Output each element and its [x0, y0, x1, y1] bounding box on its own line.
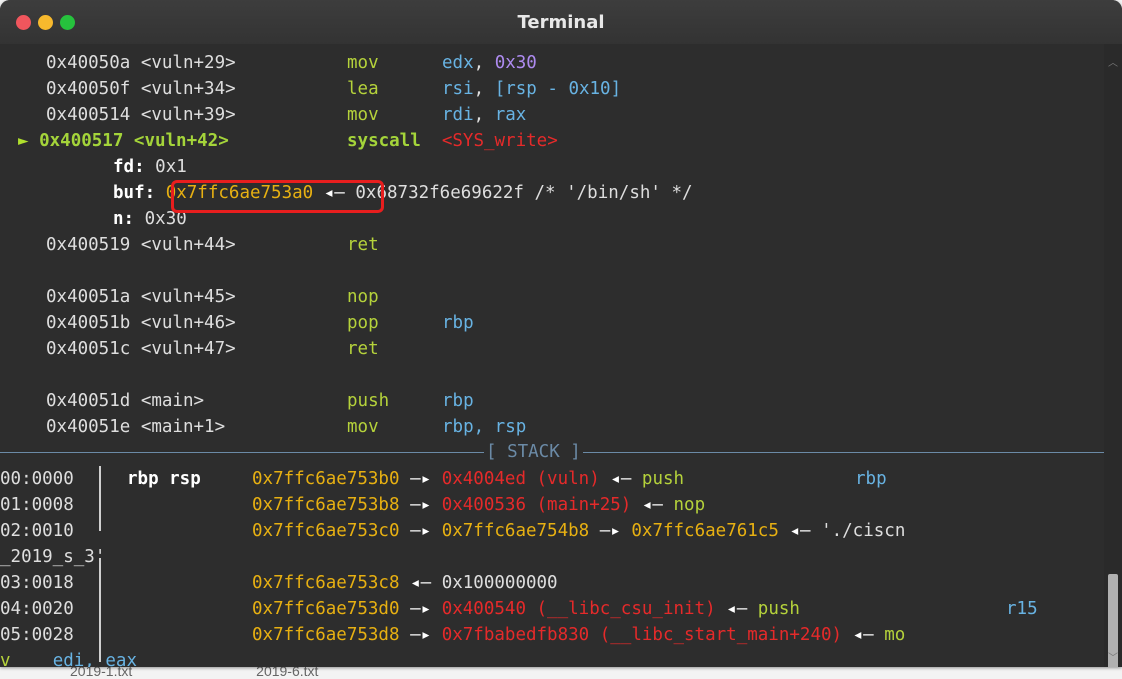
- disasm-line: 0x400514 <vuln+39>: [46, 102, 236, 128]
- stack-header: [ STACK ]: [484, 440, 583, 464]
- disasm-instruction: ret: [347, 339, 379, 359]
- disasm-line: 0x40050f <vuln+34>: [46, 76, 236, 102]
- disasm-instruction: push: [347, 391, 390, 411]
- stack-row: 01:0008: [0, 492, 74, 518]
- disasm-operands: edx, 0x30: [442, 53, 537, 73]
- stack-registers: rbp rsp: [127, 469, 201, 489]
- stack-row: 05:0028: [0, 622, 74, 648]
- disasm-operands: rsi, [rsp - 0x10]: [442, 79, 622, 99]
- disasm-instruction: mov: [347, 50, 379, 76]
- stack-entry: 0x7ffc6ae753d0 —▸ 0x400540 (__libc_csu_i…: [252, 599, 800, 619]
- disasm-mnemonic: mov: [347, 105, 379, 125]
- disasm-operands: rbp: [442, 313, 474, 333]
- vertical-scrollbar[interactable]: ︿ ﹀: [1104, 44, 1122, 667]
- disasm-address: 0x40050a <vuln+29>: [46, 53, 236, 73]
- disasm-line: 0x40051d <main>: [46, 391, 205, 411]
- disasm-operands: rbp, rsp: [442, 417, 527, 437]
- scroll-down-icon[interactable]: ﹀: [1108, 649, 1118, 664]
- window-title: Terminal: [517, 12, 605, 33]
- stack-index: 05:0028: [0, 625, 74, 645]
- disasm-line: 0x40051e <main+1>: [46, 417, 226, 437]
- terminal-window: Terminal 0x40050a <vuln+29> mov edx, 0x3…: [0, 0, 1122, 667]
- disasm-instruction: pop: [347, 313, 379, 333]
- disasm-instruction: mov: [347, 417, 379, 437]
- buf-target: 0x68732f6e69622f /* '/bin/sh' */: [355, 183, 693, 203]
- current-instruction-line: ► 0x400517 <vuln+42>: [18, 128, 229, 154]
- stack-wrapped-line: v edi, eax: [0, 651, 137, 667]
- current-instruction: syscall <SYS_write>: [347, 128, 558, 154]
- disasm-line: 0x40051b <vuln+46>: [46, 313, 236, 333]
- syscall-symbol: <SYS_write>: [441, 131, 558, 151]
- terminal-output[interactable]: 0x40050a <vuln+29> mov edx, 0x30 0x40050…: [0, 50, 1104, 667]
- current-address: 0x400517 <vuln+42>: [39, 131, 229, 151]
- disasm-instruction: nop: [347, 287, 379, 307]
- disasm-line: 0x40051a <vuln+45>: [46, 287, 236, 307]
- disasm-instruction: lea: [347, 76, 379, 102]
- disasm-instruction: ret: [347, 235, 379, 255]
- disasm-address: 0x400514 <vuln+39>: [46, 105, 236, 125]
- disasm-address: 0x40050f <vuln+34>: [46, 79, 236, 99]
- stack-operand: rbp: [855, 469, 887, 489]
- current-instruction-arrow-icon: ►: [18, 131, 29, 151]
- title-bar[interactable]: Terminal: [0, 0, 1122, 44]
- disasm-mnemonic: mov: [347, 53, 379, 73]
- stack-row: 00:0000: [0, 466, 74, 492]
- disasm-line: 0x400519 <vuln+44>: [46, 235, 236, 255]
- stack-entry: 0x7ffc6ae753b8 —▸ 0x400536 (main+25) ◂— …: [252, 495, 706, 515]
- disasm-line: 0x40051c <vuln+47>: [46, 339, 236, 359]
- disasm-mnemonic: lea: [347, 79, 379, 99]
- syscall-arg-fd: fd: 0x1: [113, 157, 187, 177]
- disasm-instruction: mov: [347, 102, 379, 128]
- stack-entry: 0x7ffc6ae753c0 —▸ 0x7ffc6ae754b8 —▸ 0x7f…: [252, 521, 906, 541]
- stack-row: 02:0010: [0, 518, 74, 544]
- stack-index: 01:0008: [0, 495, 74, 515]
- stack-row: 03:0018: [0, 570, 74, 596]
- stack-index: 00:0000: [0, 469, 74, 489]
- highlight-box: [171, 180, 384, 213]
- disasm-operands: rdi, rax: [442, 105, 527, 125]
- disasm-operands: rbp: [442, 391, 474, 411]
- stack-entry: 0x7ffc6ae753c8 ◂— 0x100000000: [252, 573, 558, 593]
- disasm-line: 0x40050a <vuln+29>: [46, 50, 236, 76]
- stack-separator: [99, 466, 101, 531]
- stack-operand: r15: [1006, 599, 1038, 619]
- stack-index: 03:0018: [0, 573, 74, 593]
- current-mnemonic: syscall: [347, 131, 421, 151]
- stack-wrapped-line: _2019_s_3': [0, 547, 106, 567]
- stack-entry: 0x7ffc6ae753b0 —▸ 0x4004ed (vuln) ◂— pus…: [252, 469, 685, 489]
- stack-separator: [99, 558, 101, 662]
- stack-index: 04:0020: [0, 599, 74, 619]
- stack-index: 02:0010: [0, 521, 74, 541]
- stack-entry: 0x7ffc6ae753d8 —▸ 0x7fbabedfb830 (__libc…: [252, 625, 906, 645]
- stack-row: 04:0020: [0, 596, 74, 622]
- scroll-up-icon[interactable]: ︿: [1108, 54, 1118, 69]
